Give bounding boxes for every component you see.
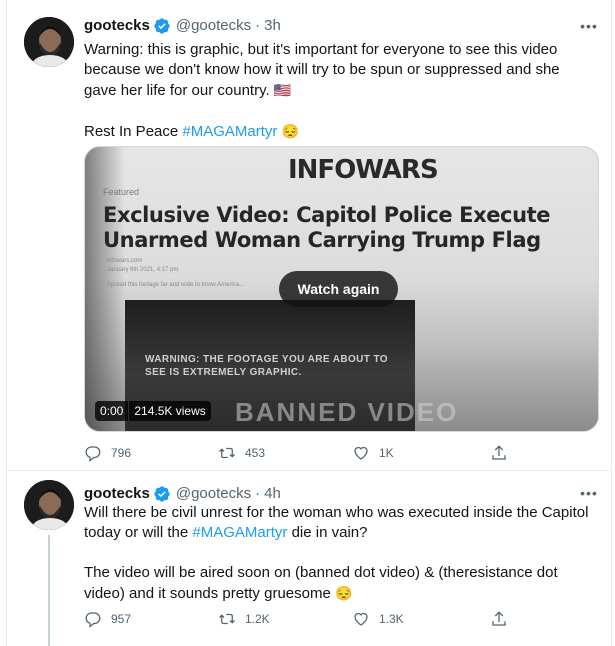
retweet-icon bbox=[219, 613, 235, 625]
hashtag-link[interactable]: #MAGAMartyr bbox=[192, 524, 287, 541]
thread-connector bbox=[48, 535, 50, 646]
avatar-image bbox=[24, 480, 74, 530]
video-duration: 0:00 bbox=[95, 401, 129, 421]
tweet-actions: 796 453 1K bbox=[84, 443, 514, 463]
tweet-header: gootecks @gootecks · 4h bbox=[84, 484, 281, 504]
article-date: January 6th 2021, 4:17 pm bbox=[107, 267, 179, 273]
video-views: 214.5K views bbox=[129, 401, 211, 421]
avatar[interactable] bbox=[24, 17, 74, 67]
share-button[interactable] bbox=[490, 443, 517, 463]
share-icon bbox=[492, 611, 506, 626]
tweet-actions: 957 1.2K 1.3K bbox=[84, 609, 514, 629]
author-handle[interactable]: @gootecks bbox=[176, 484, 251, 504]
heart-icon bbox=[354, 612, 368, 626]
graphic-warning: WARNING: THE FOOTAGE YOU ARE ABOUT TO SE… bbox=[145, 354, 388, 378]
tweet[interactable]: gootecks @gootecks · 4h ••• Will there b… bbox=[6, 471, 612, 646]
reply-icon bbox=[85, 612, 101, 628]
retweet-count: 453 bbox=[245, 446, 266, 460]
timestamp[interactable]: 4h bbox=[264, 484, 281, 504]
avatar-image bbox=[24, 17, 74, 67]
hashtag-link[interactable]: #MAGAMartyr bbox=[182, 123, 277, 140]
watch-again-button[interactable]: Watch again bbox=[279, 271, 398, 307]
reply-count: 796 bbox=[111, 446, 132, 460]
heart-icon bbox=[354, 446, 368, 460]
avatar[interactable] bbox=[24, 480, 74, 530]
article-meta: infowars.com January 6th 2021, 4:17 pm bbox=[107, 257, 178, 275]
video-player[interactable]: INFOWARS Featured Exclusive Video: Capit… bbox=[84, 146, 599, 432]
tweet-text-line: Warning: this is graphic, but it's impor… bbox=[84, 41, 560, 99]
timestamp[interactable]: 3h bbox=[264, 16, 281, 36]
infowars-logo: INFOWARS bbox=[288, 155, 439, 185]
share-icon bbox=[492, 445, 506, 460]
reply-button[interactable]: 796 bbox=[84, 443, 131, 463]
retweet-count: 1.2K bbox=[245, 612, 270, 626]
tweet-text: Warning: this is graphic, but it's impor… bbox=[84, 40, 594, 142]
share-button[interactable] bbox=[490, 609, 517, 629]
verified-badge-icon bbox=[153, 485, 171, 503]
separator-dot: · bbox=[255, 17, 261, 34]
retweet-icon bbox=[219, 447, 235, 459]
like-button[interactable]: 1K bbox=[352, 443, 394, 463]
verified-badge-icon bbox=[153, 17, 171, 35]
retweet-button[interactable]: 1.2K bbox=[218, 609, 270, 629]
share-line: Spread this footage far and wide to know… bbox=[107, 282, 245, 288]
article-site: infowars.com bbox=[107, 258, 143, 264]
tweet-header: gootecks @gootecks · 3h bbox=[84, 16, 281, 36]
tweet-text-line: The video will be aired soon on (banned … bbox=[84, 564, 558, 602]
tweet-text: Will there be civil unrest for the woman… bbox=[84, 503, 594, 604]
us-flag-emoji: 🇺🇸 bbox=[273, 82, 292, 98]
separator-dot: · bbox=[255, 485, 261, 502]
reply-count: 957 bbox=[111, 612, 132, 626]
tweet-text-line: Rest In Peace bbox=[84, 123, 183, 140]
retweet-button[interactable]: 453 bbox=[218, 443, 265, 463]
like-button[interactable]: 1.3K bbox=[352, 609, 404, 629]
video-stats-badge: 0:00 214.5K views bbox=[95, 401, 211, 421]
video-headline: Exclusive Video: Capitol Police Execute … bbox=[103, 203, 551, 252]
pensive-face-emoji: 😔 bbox=[281, 123, 300, 139]
more-options-icon[interactable]: ••• bbox=[578, 18, 600, 38]
watermark: BANNED VIDEO bbox=[235, 397, 459, 427]
reply-icon bbox=[85, 446, 101, 462]
tweet[interactable]: gootecks @gootecks · 3h ••• Warning: thi… bbox=[6, 0, 612, 471]
like-count: 1K bbox=[379, 446, 394, 460]
author-name[interactable]: gootecks bbox=[84, 16, 150, 36]
author-handle[interactable]: @gootecks bbox=[176, 16, 251, 36]
like-count: 1.3K bbox=[379, 612, 404, 626]
more-options-icon[interactable]: ••• bbox=[578, 485, 600, 505]
tweet-text-line: die in vain? bbox=[287, 524, 368, 541]
reply-button[interactable]: 957 bbox=[84, 609, 131, 629]
author-name[interactable]: gootecks bbox=[84, 484, 150, 504]
featured-label: Featured bbox=[103, 187, 140, 197]
pensive-face-emoji: 😔 bbox=[334, 585, 353, 601]
